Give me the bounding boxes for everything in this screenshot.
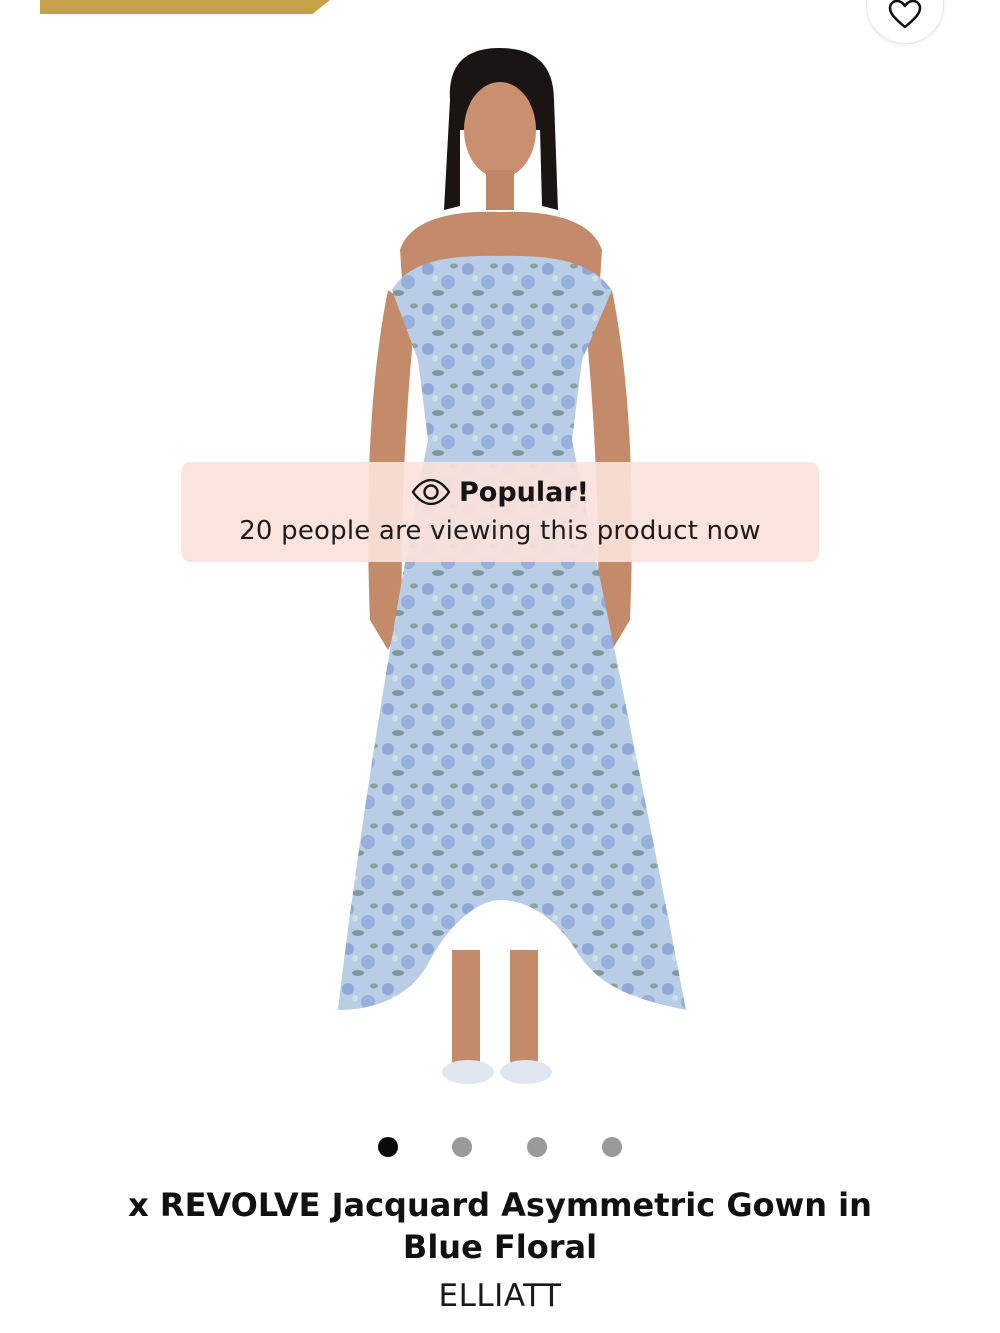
carousel-dot-2[interactable]	[452, 1137, 472, 1157]
popular-title-row: Popular!	[181, 474, 819, 510]
product-photo	[338, 48, 686, 1084]
product-image[interactable]	[220, 20, 780, 1120]
product-page: Popular! 20 people are viewing this prod…	[0, 0, 1000, 1333]
carousel-dot-3[interactable]	[527, 1137, 547, 1157]
carousel-dot-1[interactable]	[378, 1137, 398, 1157]
carousel-dot-4[interactable]	[602, 1137, 622, 1157]
product-brand[interactable]: ELLIATT	[0, 1278, 1000, 1314]
popular-title: Popular!	[459, 476, 589, 508]
popular-subtitle: 20 people are viewing this product now	[239, 516, 761, 546]
popular-badge: Popular! 20 people are viewing this prod…	[181, 462, 819, 562]
product-title: x REVOLVE Jacquard Asymmetric Gown in Bl…	[128, 1186, 872, 1266]
wishlist-button[interactable]	[866, 0, 944, 44]
top-banner	[40, 0, 330, 14]
eye-icon	[411, 479, 451, 505]
heart-icon	[888, 0, 922, 29]
carousel-dots	[0, 1137, 1000, 1159]
